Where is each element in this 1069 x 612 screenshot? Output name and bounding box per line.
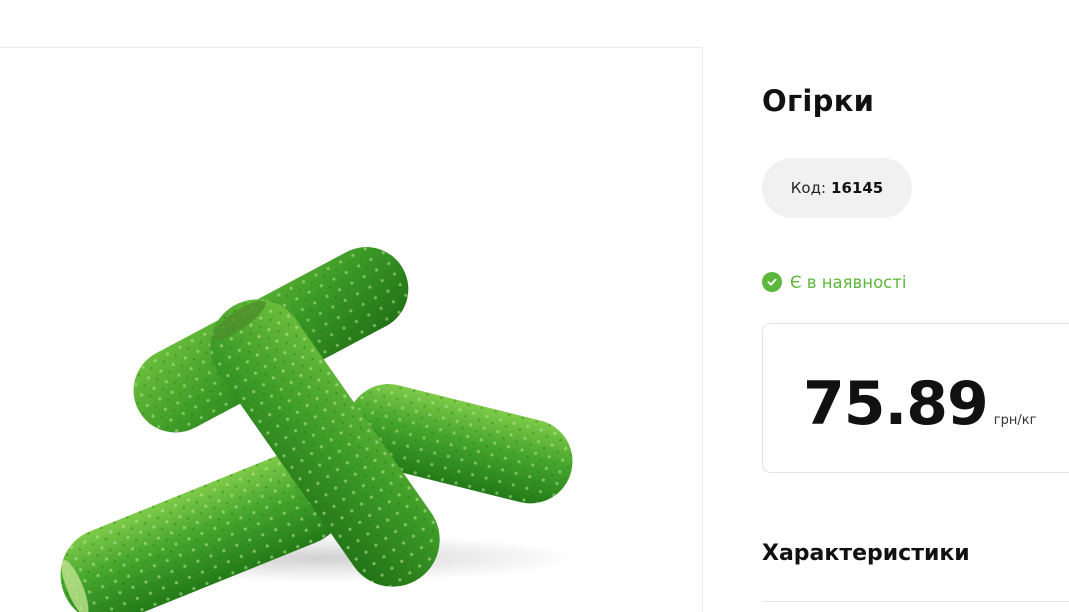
stock-status: Є в наявності xyxy=(762,272,906,292)
product-title: Огірки xyxy=(762,84,875,118)
check-circle-icon xyxy=(762,272,782,292)
product-image[interactable] xyxy=(0,48,703,612)
stock-status-text: Є в наявності xyxy=(790,272,907,292)
price-amount: 75.89 xyxy=(803,369,989,439)
product-code-value: 16145 xyxy=(831,179,884,197)
divider xyxy=(762,601,1069,602)
price-unit: грн/кг xyxy=(993,413,1037,428)
product-code-label: Код: xyxy=(790,179,827,197)
characteristics-heading: Характеристики xyxy=(762,541,970,566)
product-code-badge: Код: 16145 xyxy=(762,158,912,218)
price-box: 75.89 грн/кг xyxy=(762,323,1069,473)
product-image-panel[interactable] xyxy=(0,47,703,612)
product-info: Огірки Код: 16145 Є в наявності 75.89 гр… xyxy=(762,0,1069,612)
price: 75.89 грн/кг xyxy=(803,374,1036,434)
product-page: Огірки Код: 16145 Є в наявності 75.89 гр… xyxy=(0,0,1069,612)
